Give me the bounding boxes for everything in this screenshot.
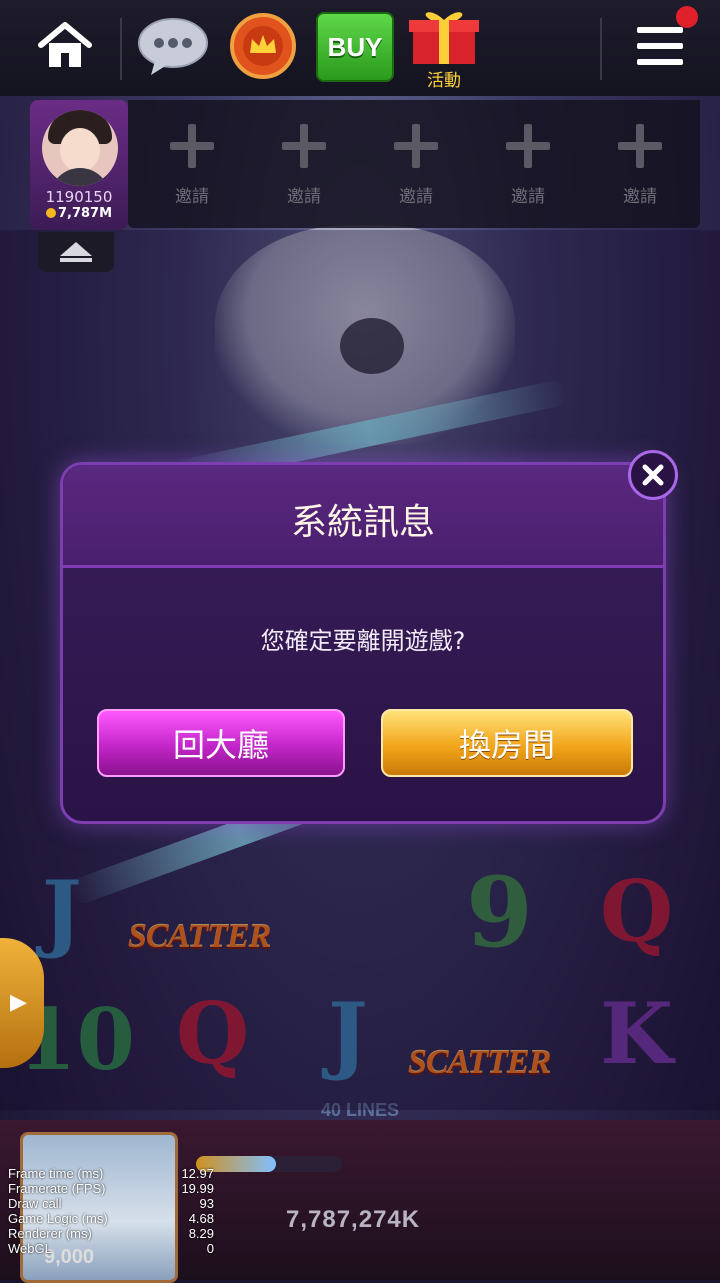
invite-slot-5[interactable]: 邀請 <box>590 112 690 212</box>
side-expand-tab[interactable]: ▶ <box>0 938 44 1068</box>
dialog-message: 您確定要離開遊戲? <box>260 627 466 655</box>
invite-slot-2[interactable]: 邀請 <box>254 112 354 212</box>
debug-value: 19.99 <box>181 1181 214 1196</box>
avatar <box>42 110 118 186</box>
debug-value: 93 <box>199 1196 214 1211</box>
chat-button[interactable] <box>136 10 210 82</box>
debug-label: Game Logic (ms) <box>8 1211 108 1226</box>
gift-icon <box>409 12 479 64</box>
invite-label: 邀請 <box>287 187 321 207</box>
debug-value: 12.97 <box>181 1166 214 1181</box>
events-label: 活動 <box>427 71 461 91</box>
dialog-header: 系統訊息 <box>63 465 663 568</box>
plus-icon <box>506 124 550 168</box>
close-icon <box>642 464 664 486</box>
debug-row: Frame time (ms) 12.97 <box>8 1166 214 1181</box>
play-arrow-icon: ▶ <box>10 990 27 1015</box>
debug-value: 0 <box>206 1241 214 1256</box>
debug-row: WebGL 0 <box>8 1241 214 1256</box>
progress-bar <box>196 1156 342 1172</box>
menu-icon <box>637 27 683 65</box>
plus-icon <box>170 124 214 168</box>
invite-label: 邀請 <box>399 187 433 207</box>
invite-label: 邀請 <box>511 187 545 207</box>
debug-stats: Frame time (ms) 12.97 Framerate (FPS) 19.9… <box>8 1166 214 1256</box>
buy-button[interactable]: BUY <box>316 12 394 82</box>
debug-row: Renderer (ms) 8.29 <box>8 1226 214 1241</box>
notification-dot <box>676 6 698 28</box>
back-to-lobby-button[interactable]: 回大廳 <box>97 709 345 777</box>
player-coins: 7,787M <box>30 206 128 221</box>
debug-row: Framerate (FPS) 19.99 <box>8 1181 214 1196</box>
debug-label: Renderer (ms) <box>8 1226 92 1241</box>
change-room-button[interactable]: 換房間 <box>381 709 633 777</box>
collapse-players-button[interactable] <box>38 232 114 272</box>
invite-slot-4[interactable]: 邀請 <box>478 112 578 212</box>
invite-label: 邀請 <box>623 187 657 207</box>
debug-value: 4.68 <box>188 1211 214 1226</box>
system-message-dialog: 系統訊息 您確定要離開遊戲? 回大廳 換房間 <box>60 462 666 824</box>
player-id: 1190150 <box>45 188 113 206</box>
crown-badge-icon <box>230 13 296 79</box>
coin-icon <box>45 208 56 218</box>
invite-label: 邀請 <box>175 187 209 207</box>
dialog-title: 系統訊息 <box>290 502 435 543</box>
events-button[interactable] <box>408 8 480 66</box>
plus-icon <box>394 124 438 168</box>
plus-icon <box>618 124 662 168</box>
plus-icon <box>282 124 326 168</box>
divider <box>120 18 122 80</box>
debug-row: Draw call 93 <box>8 1196 214 1211</box>
chat-icon <box>138 18 208 75</box>
divider <box>600 18 602 80</box>
home-button[interactable] <box>34 10 96 82</box>
invite-slot-3[interactable]: 邀請 <box>366 112 466 212</box>
home-icon <box>38 22 92 67</box>
debug-value: 8.29 <box>188 1226 214 1241</box>
debug-label: WebGL <box>8 1241 52 1256</box>
eject-icon <box>60 242 92 256</box>
debug-label: Draw call <box>8 1196 62 1211</box>
credit-display: 7,787,274K <box>286 1206 421 1233</box>
player-card[interactable]: 1190150 7,787M <box>30 100 128 230</box>
debug-label: Frame time (ms) <box>8 1166 104 1181</box>
close-dialog-button[interactable] <box>628 450 678 500</box>
debug-row: Game Logic (ms) 4.68 <box>8 1211 214 1226</box>
player-coins-value: 7,787M <box>57 206 113 221</box>
debug-label: Framerate (FPS) <box>8 1181 106 1196</box>
invite-slot-1[interactable]: 邀請 <box>142 112 242 212</box>
vip-button[interactable] <box>226 10 300 82</box>
